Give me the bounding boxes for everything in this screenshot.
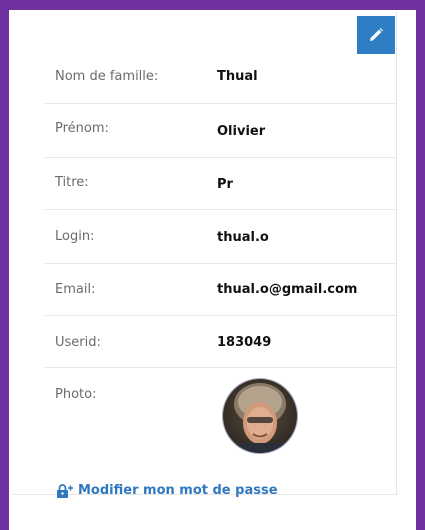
field-value: 183049 bbox=[217, 335, 272, 350]
field-label: Nom de famille: bbox=[55, 69, 159, 84]
field-row-login: Login: thual.o bbox=[45, 210, 396, 264]
field-value: Olivier bbox=[217, 124, 266, 139]
field-label: Userid: bbox=[55, 335, 101, 350]
field-row-titre: Titre: Pr bbox=[45, 158, 396, 210]
field-row-email: Email: thual.o@gmail.com bbox=[45, 264, 396, 316]
pencil-icon bbox=[370, 28, 383, 41]
field-value: thual.o bbox=[217, 230, 269, 245]
photo-label: Photo: bbox=[55, 387, 97, 402]
field-row-prenom: Prénom: Olivier bbox=[45, 104, 396, 158]
change-password-link[interactable]: Modifier mon mot de passe bbox=[55, 483, 278, 498]
field-value: Thual bbox=[217, 69, 258, 84]
change-password-label: Modifier mon mot de passe bbox=[78, 483, 278, 498]
field-row-photo: Photo: bbox=[45, 368, 396, 468]
field-row-userid: Userid: 183049 bbox=[45, 316, 396, 368]
field-label: Titre: bbox=[55, 175, 89, 190]
field-label: Login: bbox=[55, 229, 95, 244]
field-value: thual.o@gmail.com bbox=[217, 282, 358, 297]
field-row-nom: Nom de famille: Thual bbox=[45, 56, 396, 104]
lock-icon bbox=[55, 483, 75, 498]
field-label: Prénom: bbox=[55, 121, 109, 136]
field-value: Pr bbox=[217, 177, 233, 192]
field-label: Email: bbox=[55, 282, 96, 297]
avatar bbox=[223, 379, 297, 453]
edit-button[interactable] bbox=[357, 16, 395, 54]
